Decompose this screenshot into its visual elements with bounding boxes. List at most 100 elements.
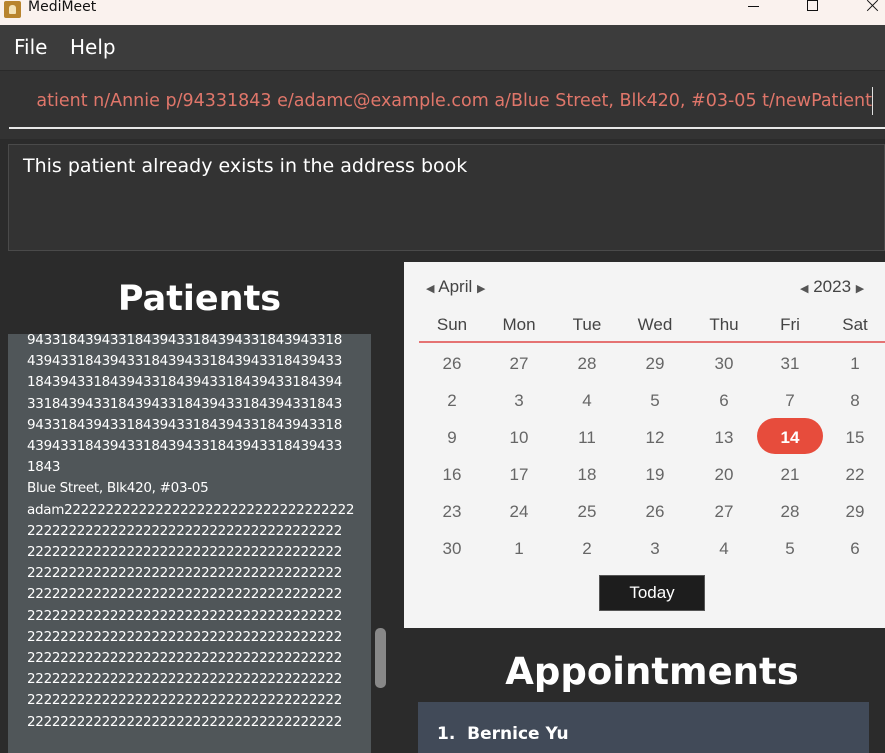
title-bar: MediMeet [0, 0, 885, 25]
weekday-header: Sun [436, 315, 468, 334]
patient-detail-line: 22222222222222222222222222222222222222 [27, 607, 342, 624]
calendar-day[interactable]: 18 [554, 465, 620, 485]
calendar-day-selected[interactable]: 14 [757, 428, 823, 448]
command-box[interactable]: atient n/Annie p/94331843 e/adamc@exampl… [0, 71, 885, 139]
calendar-day[interactable]: 1 [822, 354, 885, 374]
maximize-button[interactable] [792, 0, 832, 18]
calendar-day[interactable]: 20 [691, 465, 757, 485]
calendar-day[interactable]: 30 [419, 539, 485, 559]
patient-detail-line: 43943318439433184394331843943318439433 [27, 353, 342, 370]
patient-detail-line: 22222222222222222222222222222222222222 [27, 565, 342, 582]
calendar-day[interactable]: 17 [486, 465, 552, 485]
calendar-day[interactable]: 12 [622, 428, 688, 448]
patient-detail-line: 22222222222222222222222222222222222222 [27, 671, 342, 688]
patient-detail-line: 22222222222222222222222222222222222222 [27, 692, 342, 709]
calendar-header-rule [419, 341, 885, 343]
patient-card[interactable]: 94331843943318439433184394331843943318 43… [8, 334, 371, 753]
weekday-header: Mon [502, 315, 536, 334]
calendar-day[interactable]: 5 [622, 391, 688, 411]
calendar-day[interactable]: 19 [622, 465, 688, 485]
result-display: This patient already exists in the addre… [8, 144, 885, 251]
calendar-day[interactable]: 15 [822, 428, 885, 448]
patient-detail-line: 43943318439433184394331843943318439433 [27, 438, 342, 454]
appointment-card[interactable]: 1. Bernice Yu [418, 702, 869, 753]
patient-detail-line: Blue Street, Blk420, #03-05 [27, 480, 209, 497]
calendar-day[interactable]: 27 [691, 502, 757, 522]
window-title: MediMeet [28, 0, 97, 15]
minimize-button[interactable] [734, 0, 774, 18]
command-input[interactable]: atient n/Annie p/94331843 e/adamc@exampl… [0, 91, 872, 111]
patients-panel: Patients 9433184394331843943318439433184… [0, 262, 403, 753]
year-nav: ◀ 2023 ▶ [800, 277, 864, 297]
calendar-day[interactable]: 6 [822, 539, 885, 559]
calendar-day[interactable]: 25 [554, 502, 620, 522]
app-icon [4, 1, 21, 18]
calendar-day[interactable]: 3 [622, 539, 688, 559]
calendar-day[interactable]: 28 [554, 354, 620, 374]
patient-detail-line: 22222222222222222222222222222222222222 [27, 544, 342, 560]
calendar-day[interactable]: 27 [486, 354, 552, 374]
command-input-value: atient n/Annie p/94331843 e/adamc@exampl… [36, 91, 872, 111]
calendar-day[interactable]: 31 [757, 354, 823, 374]
calendar-day[interactable]: 26 [622, 502, 688, 522]
calendar-day[interactable]: 3 [486, 391, 552, 411]
patient-detail-line: 22222222222222222222222222222222222222 [27, 586, 342, 603]
calendar-day[interactable]: 28 [757, 502, 823, 522]
text-caret [872, 87, 873, 115]
next-month-icon[interactable]: ▶ [477, 283, 485, 295]
calendar-day[interactable]: 21 [757, 465, 823, 485]
menu-file[interactable]: File [14, 35, 47, 59]
month-label: April [438, 277, 473, 296]
year-label: 2023 [813, 277, 852, 296]
patients-scrollbar[interactable] [375, 628, 386, 688]
weekday-header: Sat [842, 315, 868, 334]
next-year-icon[interactable]: ▶ [856, 283, 864, 295]
calendar-day[interactable]: 5 [757, 539, 823, 559]
prev-year-icon[interactable]: ◀ [800, 283, 808, 295]
menu-bar: File Help [0, 25, 885, 71]
command-underline [9, 127, 885, 129]
calendar-day[interactable]: 29 [822, 502, 885, 522]
patients-title: Patients [117, 279, 282, 319]
calendar-day[interactable]: 2 [419, 391, 485, 411]
appointment-index: 1. [437, 724, 456, 744]
patient-detail-line: 22222222222222222222222222222222222222 [27, 522, 342, 539]
calendar-day[interactable]: 2 [554, 539, 620, 559]
calendar-day[interactable]: 16 [419, 465, 485, 485]
patient-detail-line: 1843 [27, 459, 61, 476]
calendar-day[interactable]: 6 [691, 391, 757, 411]
calendar-day[interactable]: 13 [691, 428, 757, 448]
today-button[interactable]: Today [599, 575, 705, 611]
patient-detail-line: 18439433184394331843943318439433184394 [27, 374, 342, 391]
result-message: This patient already exists in the addre… [23, 155, 468, 177]
patient-detail-line: 22222222222222222222222222222222222222 [27, 628, 342, 645]
appointment-entry: 1. Bernice Yu [437, 724, 569, 744]
appointment-name: Bernice Yu [467, 724, 569, 744]
calendar-day[interactable]: 4 [691, 539, 757, 559]
calendar-day[interactable]: 9 [419, 428, 485, 448]
weekday-header: Fri [780, 315, 800, 334]
calendar-day[interactable]: 29 [622, 354, 688, 374]
menu-help[interactable]: Help [70, 35, 116, 59]
calendar: ◀ April ▶ ◀ 2023 ▶ Today Sun Mon Tue Wed Thu… [404, 262, 885, 628]
calendar-day[interactable]: 10 [486, 428, 552, 448]
patient-detail-line: 22222222222222222222222222222222222222 [27, 713, 342, 730]
calendar-day[interactable]: 26 [419, 354, 485, 374]
calendar-day[interactable]: 23 [419, 502, 485, 522]
patient-detail-line: 94331843943318439433184394331843943318 [27, 416, 342, 433]
calendar-day[interactable]: 24 [486, 502, 552, 522]
calendar-day[interactable]: 8 [822, 391, 885, 411]
calendar-day[interactable]: 7 [757, 391, 823, 411]
patient-detail-line: adam22222222222222222222222222222222222 [27, 501, 355, 518]
calendar-day[interactable]: 30 [691, 354, 757, 374]
prev-month-icon[interactable]: ◀ [426, 283, 434, 295]
calendar-day[interactable]: 4 [554, 391, 620, 411]
appointments-panel: Appointments 1. Bernice Yu [404, 628, 885, 753]
appointments-title: Appointments [505, 650, 799, 693]
patient-detail-line: 33184394331843943318439433184394331843 [27, 395, 342, 412]
weekday-header: Wed [637, 315, 673, 334]
close-button[interactable] [850, 0, 885, 18]
calendar-day[interactable]: 11 [554, 428, 620, 448]
calendar-day[interactable]: 22 [822, 465, 885, 485]
calendar-day[interactable]: 1 [486, 539, 552, 559]
